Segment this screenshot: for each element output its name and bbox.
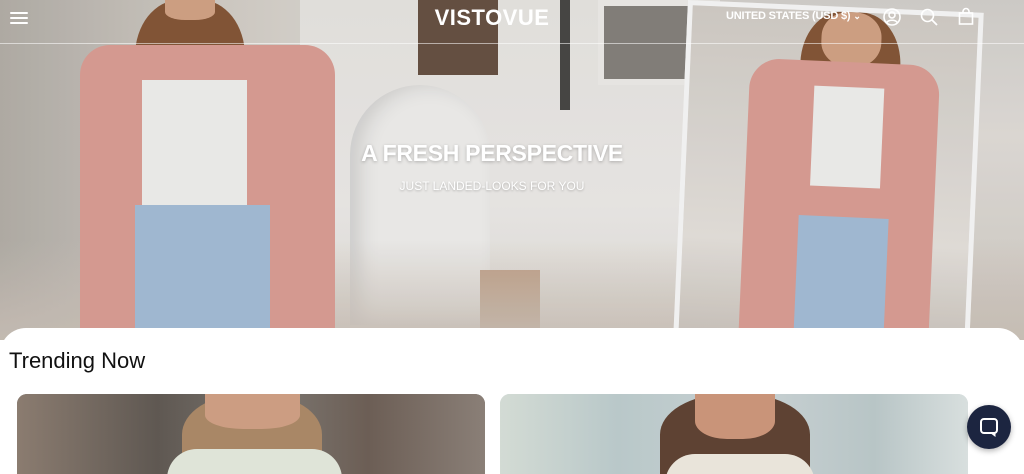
search-button[interactable] (919, 7, 939, 27)
hero-title: A FRESH PERSPECTIVE (361, 140, 623, 166)
menu-button[interactable] (10, 9, 30, 27)
hero-overlay (0, 0, 1024, 340)
site-logo[interactable]: VISTOVUE (392, 5, 592, 31)
chat-button[interactable] (967, 405, 1011, 449)
account-icon (883, 8, 901, 26)
cart-button[interactable] (956, 7, 976, 27)
product-card[interactable] (17, 394, 485, 474)
chat-icon (980, 418, 998, 437)
hero-banner[interactable]: A FRESH PERSPECTIVE JUST LANDED-LOOKS FO… (0, 0, 1024, 340)
currency-label: UNITED STATES (USD $) (726, 10, 851, 22)
site-header: VISTOVUE UNITED STATES (USD $) ⌄ (0, 0, 1024, 44)
trending-section: Trending Now (0, 328, 1024, 474)
cart-icon (958, 7, 974, 25)
menu-icon (10, 12, 28, 14)
account-button[interactable] (882, 7, 902, 27)
currency-selector[interactable]: UNITED STATES (USD $) ⌄ (726, 10, 861, 22)
section-title: Trending Now (9, 348, 146, 373)
search-icon (920, 8, 938, 26)
product-card[interactable] (500, 394, 968, 474)
hero-subtitle: JUST LANDED-LOOKS FOR YOU (399, 179, 585, 193)
chevron-down-icon: ⌄ (853, 11, 861, 21)
